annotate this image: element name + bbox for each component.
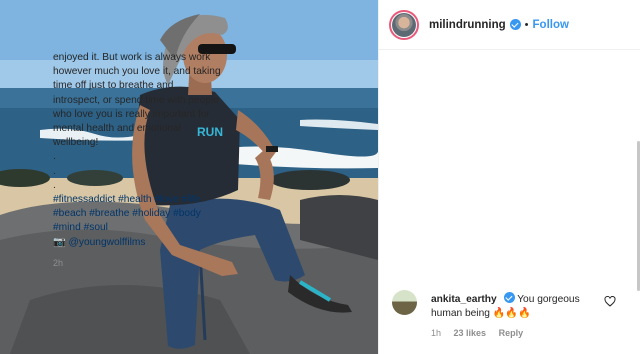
caption-timestamp[interactable]: 2h xyxy=(53,256,253,270)
commenter-avatar[interactable] xyxy=(392,290,417,315)
comment-text: You gorgeous xyxy=(517,294,580,305)
caption-line: wellbeing! xyxy=(53,137,99,149)
caption-line: who love you is really important for xyxy=(53,108,210,120)
comment-text-line2: human being 🔥🔥🔥 xyxy=(431,307,531,319)
caption-line: time off just to breathe and xyxy=(53,80,174,92)
reply-button[interactable]: Reply xyxy=(499,328,524,338)
comment-likes[interactable]: 23 likes xyxy=(454,328,487,338)
comment: ankita_earthy You gorgeous human being 🔥… xyxy=(431,292,601,320)
hashtag-line[interactable]: #mind #soul xyxy=(53,221,253,235)
hashtag-line[interactable]: #fitnessaddict #health #love #life xyxy=(53,193,253,207)
caption-dot: . xyxy=(53,165,56,177)
follow-button[interactable]: Follow xyxy=(533,19,569,31)
caption-dot: . xyxy=(53,151,56,163)
caption-line: mental health and emotional xyxy=(53,123,181,135)
comment-timestamp[interactable]: 1h xyxy=(431,328,441,338)
commenter-verified-icon xyxy=(503,292,515,303)
caption-line: however much you love it, and taking xyxy=(53,66,221,78)
post-caption: enjoyed it. But work is always work howe… xyxy=(53,51,253,270)
hashtag-line[interactable]: #beach #breathe #holiday #body xyxy=(53,207,253,221)
caption-line: introspect, or spend time with people xyxy=(53,94,219,106)
caption-line: enjoyed it. But work is always work xyxy=(53,52,211,63)
like-comment-heart-icon[interactable] xyxy=(604,296,616,307)
caption-dot: . xyxy=(53,179,56,191)
photo-credit-link[interactable]: 📷 @youngwolffilms xyxy=(53,236,253,250)
separator-dot: • xyxy=(524,18,529,31)
commenter-username[interactable]: ankita_earthy xyxy=(431,294,497,305)
comments-scrollbar[interactable] xyxy=(636,51,640,313)
author-username[interactable]: milindrunning xyxy=(429,19,506,31)
post-header: milindrunning • Follow xyxy=(379,0,640,50)
author-avatar[interactable] xyxy=(389,9,419,40)
comment-meta: 1h 23 likes Reply xyxy=(431,328,533,338)
verified-badge-icon xyxy=(509,19,521,30)
